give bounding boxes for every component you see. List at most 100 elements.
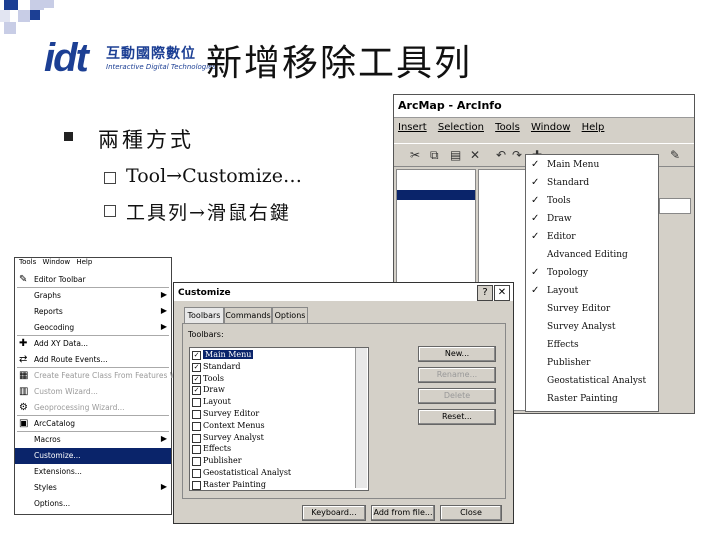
context-menu-item-main-menu[interactable]: ✓ Main Menu: [526, 157, 658, 175]
context-menu-item-advanced-editing[interactable]: Advanced Editing: [526, 247, 658, 265]
toolbar-checkbox[interactable]: [192, 410, 201, 419]
submenu-arrow-icon: ▶: [160, 434, 167, 443]
tools-menu-item-label: Reports: [34, 307, 63, 316]
tools-menu-item-label: Create Feature Class From Features Wizar…: [34, 371, 196, 380]
toolbar-list-item-label: Tools: [203, 373, 225, 383]
toolbar-list-item-layout[interactable]: Layout: [190, 397, 350, 409]
context-menu-item-editor[interactable]: ✓ Editor: [526, 229, 658, 247]
menu-tools[interactable]: Tools: [495, 122, 520, 133]
tools-menu-item-label: Add Route Events...: [34, 355, 108, 364]
context-menu-item-draw[interactable]: ✓ Draw: [526, 211, 658, 229]
tools-menu-item-create-feature-class-from-features-wizard[interactable]: ▦ Create Feature Class From Features Wiza…: [15, 368, 195, 384]
toolbar-list-item-geostatistical-analyst[interactable]: Geostatistical Analyst: [190, 468, 350, 480]
paste-icon[interactable]: ▤: [450, 148, 461, 162]
submenu-arrow-icon: ▶: [160, 322, 167, 331]
rename-toolbar-button[interactable]: Rename...: [418, 367, 496, 383]
menu-insert[interactable]: Insert: [398, 122, 427, 133]
context-menu-item-label: Draw: [547, 214, 572, 224]
context-menu-item-label: Advanced Editing: [547, 250, 628, 260]
context-menu-item-standard[interactable]: ✓ Standard: [526, 175, 658, 193]
tools-menu-item-geocoding[interactable]: Geocoding ▶: [15, 320, 171, 336]
tools-menu-item-customize[interactable]: Customize...: [15, 448, 171, 464]
tools-menu-item-editor-toolbar[interactable]: ✎ Editor Toolbar: [15, 272, 171, 288]
toolbar-checkbox[interactable]: [192, 445, 201, 455]
toolbar-checkbox[interactable]: [192, 469, 201, 478]
toolbar-checkbox[interactable]: [192, 433, 201, 443]
scale-box[interactable]: [659, 198, 691, 214]
toolbar-checkbox[interactable]: [192, 480, 201, 490]
tools-menu-item-add-route-events[interactable]: ⇄ Add Route Events...: [15, 352, 171, 368]
toolbar-list-item-raster-painting[interactable]: Raster Painting: [190, 480, 350, 490]
arcmap-menubar: Insert Selection Tools Window Help: [394, 122, 694, 138]
context-menu-item-layout[interactable]: ✓ Layout: [526, 283, 658, 301]
toolbar-checkbox[interactable]: ✓: [192, 362, 201, 372]
arccatalog-icon: ▣: [19, 418, 29, 429]
editor-pen-icon[interactable]: ✎: [670, 148, 680, 162]
tools-menu-item-custom-wizard[interactable]: ▥ Custom Wizard...: [15, 384, 171, 400]
tools-menu-item-geoprocessing-wizard[interactable]: ⚙ Geoprocessing Wizard...: [15, 400, 171, 416]
context-menu-item-survey-editor[interactable]: Survey Editor: [526, 301, 658, 319]
toolbar-list-item-context-menus[interactable]: Context Menus: [190, 421, 350, 433]
route-icon: ⇄: [19, 354, 28, 365]
context-menu-item-raster-painting[interactable]: Raster Painting: [526, 391, 658, 409]
toolbar-list-item-draw[interactable]: ✓ Draw: [190, 385, 350, 397]
toolbar-list-item-survey-editor[interactable]: Survey Editor: [190, 409, 350, 421]
undo-icon[interactable]: ↶: [496, 148, 506, 162]
toolbar-checkbox[interactable]: ✓: [192, 351, 201, 360]
tools-menu-item-styles[interactable]: Styles ▶: [15, 480, 171, 496]
context-menu-item-publisher[interactable]: Publisher: [526, 355, 658, 373]
copy-icon[interactable]: ⧉: [430, 148, 439, 163]
help-button[interactable]: ?: [477, 285, 493, 301]
checkmark-icon: ✓: [531, 159, 540, 170]
toolbar-checkbox[interactable]: [192, 398, 201, 408]
toc-selected-row[interactable]: [397, 190, 475, 200]
add-from-file-button[interactable]: Add from file...: [371, 505, 435, 521]
tools-menu-item-add-xy-data[interactable]: ✚ Add XY Data...: [15, 336, 171, 352]
toolbar-checkbox[interactable]: [192, 421, 201, 431]
tab-options[interactable]: Options: [272, 307, 308, 324]
menu-window[interactable]: Window: [42, 258, 70, 266]
tools-menu-item-graphs[interactable]: Graphs ▶: [15, 288, 171, 304]
context-menu-item-topology[interactable]: ✓ Topology: [526, 265, 658, 283]
menu-help[interactable]: Help: [76, 258, 92, 266]
toolbar-list-item-label: Standard: [203, 361, 241, 371]
toolbar-list-item-publisher[interactable]: Publisher: [190, 456, 350, 468]
close-button[interactable]: Close: [440, 505, 502, 521]
tab-commands[interactable]: Commands: [224, 307, 272, 324]
tab-toolbars[interactable]: Toolbars: [184, 307, 224, 324]
redo-icon[interactable]: ↷: [512, 148, 522, 162]
toolbar-list-item-main-menu[interactable]: ✓ Main Menu: [190, 350, 350, 362]
toolbar-list-item-tools[interactable]: ✓ Tools: [190, 374, 350, 386]
toolbars-list[interactable]: ✓ Main Menu ✓ Standard ✓ Tools ✓ Draw Layout Surv…: [189, 347, 369, 491]
tools-menu-item-arccatalog[interactable]: ▣ ArcCatalog: [15, 416, 171, 432]
menu-help[interactable]: Help: [582, 122, 605, 133]
tools-menu-item-macros[interactable]: Macros ▶: [15, 432, 171, 448]
toolbar-checkbox[interactable]: [192, 457, 201, 467]
toolbars-list-scrollbar[interactable]: [355, 348, 367, 488]
decor-square-6: [44, 0, 54, 8]
toolbar-list-item-standard[interactable]: ✓ Standard: [190, 362, 350, 374]
toolbar-list-item-label: Geostatistical Analyst: [203, 468, 292, 477]
tools-menu-item-options[interactable]: Options...: [15, 496, 171, 512]
context-menu-item-label: Geostatistical Analyst: [547, 376, 647, 386]
cut-icon[interactable]: ✂: [410, 148, 420, 162]
menu-window[interactable]: Window: [531, 122, 570, 133]
context-menu-item-tools[interactable]: ✓ Tools: [526, 193, 658, 211]
menu-tools[interactable]: Tools: [19, 258, 36, 266]
context-menu-item-effects[interactable]: Effects: [526, 337, 658, 355]
menu-selection[interactable]: Selection: [438, 122, 484, 133]
tools-menu-item-reports[interactable]: Reports ▶: [15, 304, 171, 320]
toolbar-list-item-effects[interactable]: Effects: [190, 444, 350, 456]
new-toolbar-button[interactable]: New...: [418, 346, 496, 362]
delete-toolbar-button[interactable]: Delete: [418, 388, 496, 404]
keyboard-button[interactable]: Keyboard...: [302, 505, 366, 521]
context-menu-item-survey-analyst[interactable]: Survey Analyst: [526, 319, 658, 337]
delete-icon[interactable]: ✕: [470, 148, 480, 162]
tools-menu-item-extensions[interactable]: Extensions...: [15, 464, 171, 480]
toolbar-list-item-survey-analyst[interactable]: Survey Analyst: [190, 433, 350, 445]
context-menu-item-geostatistical-analyst[interactable]: Geostatistical Analyst: [526, 373, 658, 391]
toolbar-checkbox[interactable]: ✓: [192, 374, 201, 384]
toolbar-checkbox[interactable]: ✓: [192, 386, 201, 396]
close-icon[interactable]: ✕: [494, 285, 510, 301]
reset-toolbar-button[interactable]: Reset...: [418, 409, 496, 425]
